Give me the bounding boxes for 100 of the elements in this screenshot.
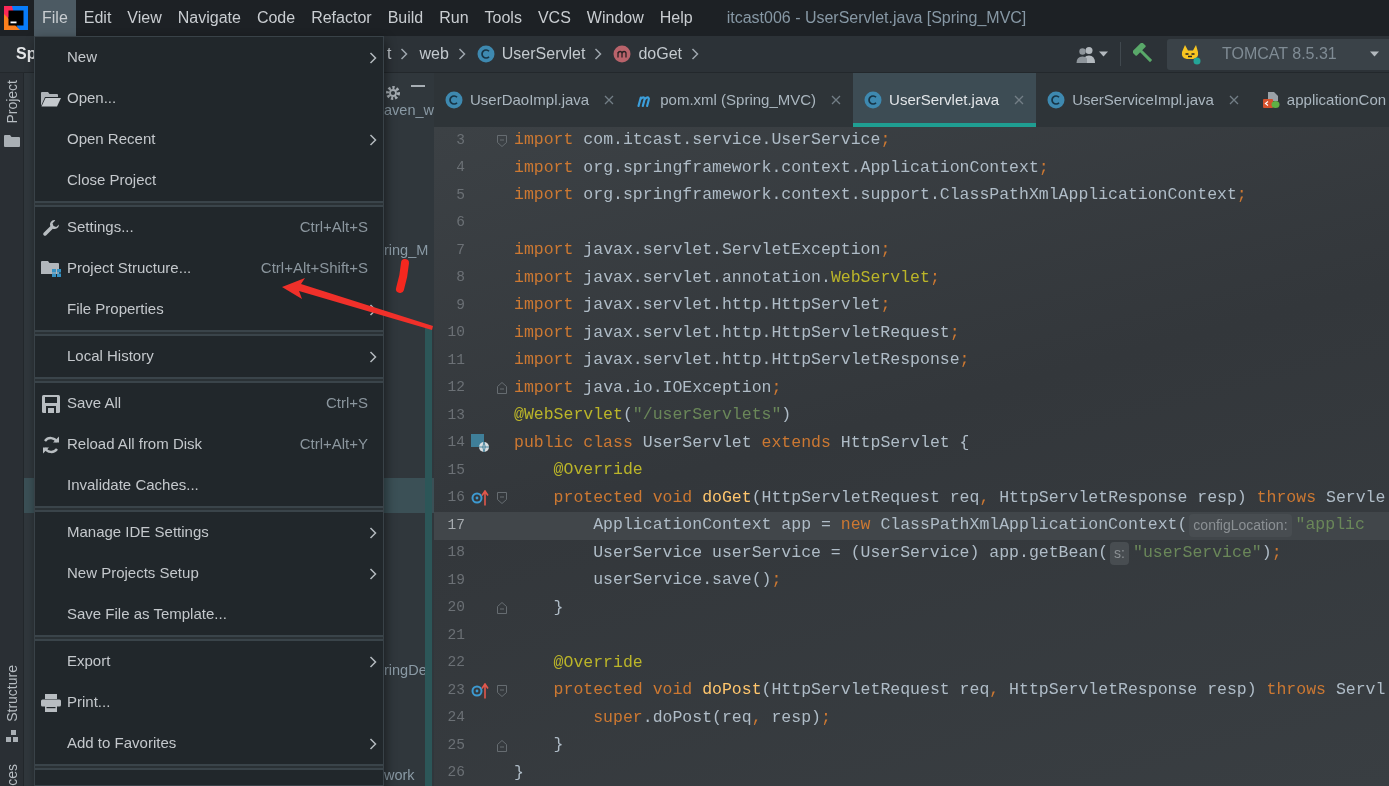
- keyboard-shortcut: Ctrl+Alt+Shift+S: [260, 258, 368, 279]
- menu-bar-item[interactable]: View: [119, 0, 170, 36]
- line-number: 14: [446, 433, 465, 453]
- editor-tab[interactable]: UserServlet.java: [853, 73, 1037, 127]
- code-line: protected void doGet(HttpServletRequest req, HttpServletResponse resp) throws Servle: [553, 486, 1386, 509]
- editor-tab[interactable]: UserServiceImpl.java: [1036, 73, 1251, 127]
- editor-tab[interactable]: pom.xml (Spring_MVC): [626, 73, 854, 127]
- menu-item[interactable]: Settings... Ctrl+Alt+S: [35, 207, 383, 248]
- menu-item[interactable]: Project Structure... Ctrl+Alt+Shift+S: [35, 248, 383, 289]
- scrollbar-thumb[interactable]: [425, 325, 432, 786]
- users-icon[interactable]: [1076, 45, 1096, 63]
- circle-c-icon: [864, 91, 883, 109]
- menu-bar-item[interactable]: Code: [248, 0, 304, 36]
- fold-end-icon[interactable]: [497, 739, 507, 752]
- menu-item[interactable]: Print...: [35, 682, 383, 723]
- code-line: import org.springframework.context.ApplicationContext;: [514, 156, 1049, 179]
- ring-up-arrow-icon[interactable]: [471, 490, 489, 507]
- menu-item[interactable]: Export: [35, 641, 383, 682]
- code-line: @WebServlet("/userServlets"): [514, 404, 792, 427]
- menu-item[interactable]: Invalidate Caches...: [35, 465, 383, 506]
- close-icon[interactable]: [604, 95, 615, 105]
- menu-item[interactable]: Save All Ctrl+S: [35, 383, 383, 424]
- menu-bar-item[interactable]: VCS: [529, 0, 579, 36]
- menu-item[interactable]: Local History: [35, 336, 383, 377]
- tree-item[interactable]: aven_w: [384, 99, 434, 122]
- menu-bar-item[interactable]: Build: [379, 0, 432, 36]
- code-line: ApplicationContext app = new ClassPathXmlApplicationContext(: [593, 514, 1188, 537]
- code-line: import org.springframework.context.support.ClassPathXmlApplicationContext;: [514, 184, 1247, 207]
- window-title: itcast006 - UserServlet.java [Spring_MVC]: [726, 8, 1027, 28]
- breadcrumb-item[interactable]: UserServlet: [476, 42, 586, 66]
- line-number: 16: [446, 488, 465, 508]
- chevron-right-icon: [457, 48, 466, 60]
- menu-bar-item[interactable]: Help: [651, 0, 701, 36]
- line-number: 23: [446, 680, 465, 700]
- tool-window-button[interactable]: Project: [1, 80, 22, 124]
- globe-square-icon[interactable]: [471, 434, 489, 453]
- menu-bar-item[interactable]: Run: [431, 0, 477, 36]
- close-icon[interactable]: [1228, 95, 1239, 105]
- ring-up-arrow-icon[interactable]: [471, 682, 489, 699]
- editor-tab[interactable]: applicationCon: [1250, 73, 1389, 127]
- code-line: import com.itcast.service.UserService;: [514, 129, 891, 152]
- circle-c-icon: [445, 91, 463, 109]
- code-line: import javax.servlet.ServletException;: [514, 239, 891, 262]
- chevron-right-icon: [594, 48, 603, 60]
- menu-bar-item[interactable]: Refactor: [303, 0, 380, 36]
- menu-item[interactable]: New: [35, 37, 383, 78]
- structure-icon[interactable]: [5, 730, 18, 743]
- tree-item[interactable]: work: [384, 764, 415, 786]
- line-number: 25: [446, 735, 465, 755]
- app-logo-icon[interactable]: [4, 6, 28, 30]
- code-line: }: [553, 734, 564, 757]
- hammer-icon[interactable]: [1133, 43, 1155, 65]
- tree-item[interactable]: ring_M: [384, 239, 429, 262]
- code-line: }: [514, 761, 524, 784]
- close-icon[interactable]: [831, 95, 842, 105]
- code-line: public class UserServlet extends HttpServlet {: [514, 431, 970, 454]
- code-line: import java.io.IOException;: [514, 376, 782, 399]
- menu-item[interactable]: Manage IDE Settings: [35, 512, 383, 553]
- code-line: import javax.servlet.http.HttpServletResponse;: [514, 349, 970, 372]
- tool-window-button[interactable]: Structure: [1, 665, 22, 723]
- menu-bar-item[interactable]: Window: [578, 0, 652, 36]
- menu-item[interactable]: Open...: [35, 78, 383, 119]
- folder-grid-icon: [41, 260, 61, 277]
- line-number: 13: [446, 405, 465, 425]
- fold-start-icon[interactable]: [497, 492, 507, 505]
- fold-end-icon[interactable]: [497, 602, 507, 615]
- keyboard-shortcut: Ctrl+S: [325, 393, 368, 414]
- folder-icon[interactable]: [3, 134, 20, 147]
- editor-tab[interactable]: UserDaoImpl.java: [434, 73, 627, 127]
- code-line: @Override: [553, 459, 643, 482]
- menu-item[interactable]: Reload All from Disk Ctrl+Alt+Y: [35, 424, 383, 465]
- circle-m-icon: [613, 45, 632, 63]
- cat-icon: [1179, 43, 1201, 65]
- menu-bar-item[interactable]: File: [34, 0, 76, 36]
- fold-start-icon[interactable]: [497, 684, 507, 697]
- menu-bar-item[interactable]: Tools: [476, 0, 530, 36]
- fold-start-icon[interactable]: [497, 134, 507, 147]
- tree-item[interactable]: ringDe: [384, 659, 427, 682]
- breadcrumb-item[interactable]: web: [419, 42, 449, 66]
- tool-window-button[interactable]: ces: [1, 764, 22, 786]
- menu-bar-item[interactable]: Navigate: [169, 0, 249, 36]
- menu-item[interactable]: New Projects Setup: [35, 553, 383, 594]
- menu-item[interactable]: Close Project: [35, 160, 383, 201]
- menu-item[interactable]: Save File as Template...: [35, 594, 383, 635]
- breadcrumb-item[interactable]: doGet: [613, 42, 682, 66]
- refresh-icon: [42, 435, 60, 454]
- chevron-right-icon: [400, 48, 409, 60]
- code-line: protected void doPost(HttpServletRequest req, HttpServletResponse resp) throws Servl: [553, 679, 1386, 702]
- settings-icon[interactable]: [385, 85, 401, 101]
- code-line: "userService");: [1133, 541, 1282, 564]
- parameter-hint: configLocation:: [1189, 514, 1292, 538]
- menu-item[interactable]: Add to Favorites: [35, 723, 383, 764]
- menu-bar-item[interactable]: Edit: [75, 0, 120, 36]
- caret-down-icon[interactable]: [1099, 51, 1108, 57]
- breadcrumb-item[interactable]: t: [387, 42, 392, 66]
- menu-item[interactable]: Open Recent: [35, 119, 383, 160]
- close-icon[interactable]: [1014, 95, 1025, 105]
- fold-end-icon[interactable]: [497, 382, 507, 395]
- parameter-hint: s:: [1110, 541, 1129, 565]
- line-number: 22: [446, 653, 465, 673]
